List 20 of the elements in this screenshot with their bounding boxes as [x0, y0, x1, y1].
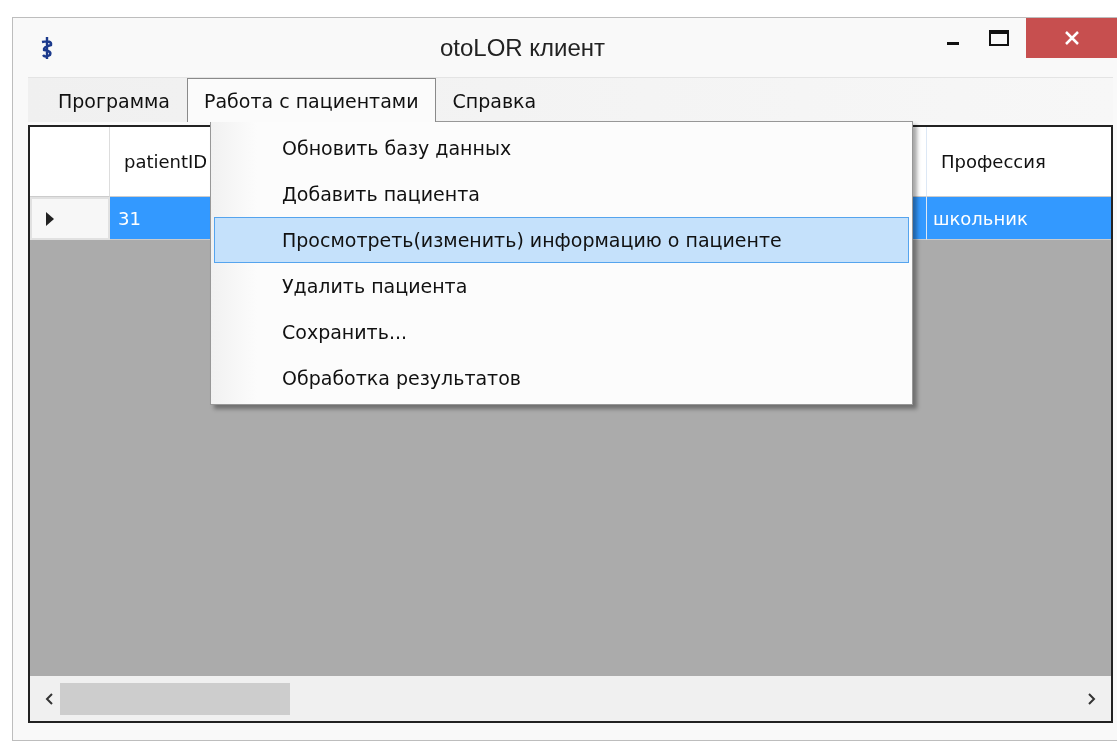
menu-item[interactable]: Программа	[41, 78, 187, 122]
dropdown-item[interactable]: Просмотреть(изменить) информацию о пациенте	[214, 217, 909, 263]
chevron-right-icon[interactable]	[1087, 691, 1097, 706]
menu-item[interactable]: Справка	[435, 78, 554, 122]
row-pointer-icon	[46, 211, 54, 226]
table-cell: школьник	[926, 197, 1111, 240]
dropdown-item[interactable]: Обработка результатов	[214, 355, 909, 401]
minimize-icon	[947, 41, 959, 45]
maximize-icon	[988, 29, 1010, 47]
row-header[interactable]	[30, 197, 110, 240]
horizontal-scrollbar[interactable]	[30, 676, 1111, 721]
close-icon	[1062, 29, 1081, 47]
dropdown-item[interactable]: Обновить базу данных	[214, 125, 909, 171]
dropdown-item[interactable]: Сохранить...	[214, 309, 909, 355]
dropdown-item[interactable]: Удалить пациента	[214, 263, 909, 309]
scrollbar-thumb[interactable]	[60, 682, 290, 715]
menu-item[interactable]: Работа с пациентами	[186, 78, 436, 122]
app-icon	[39, 34, 55, 61]
window-title: otoLOR клиент	[438, 33, 607, 62]
chevron-left-icon[interactable]	[44, 691, 54, 706]
